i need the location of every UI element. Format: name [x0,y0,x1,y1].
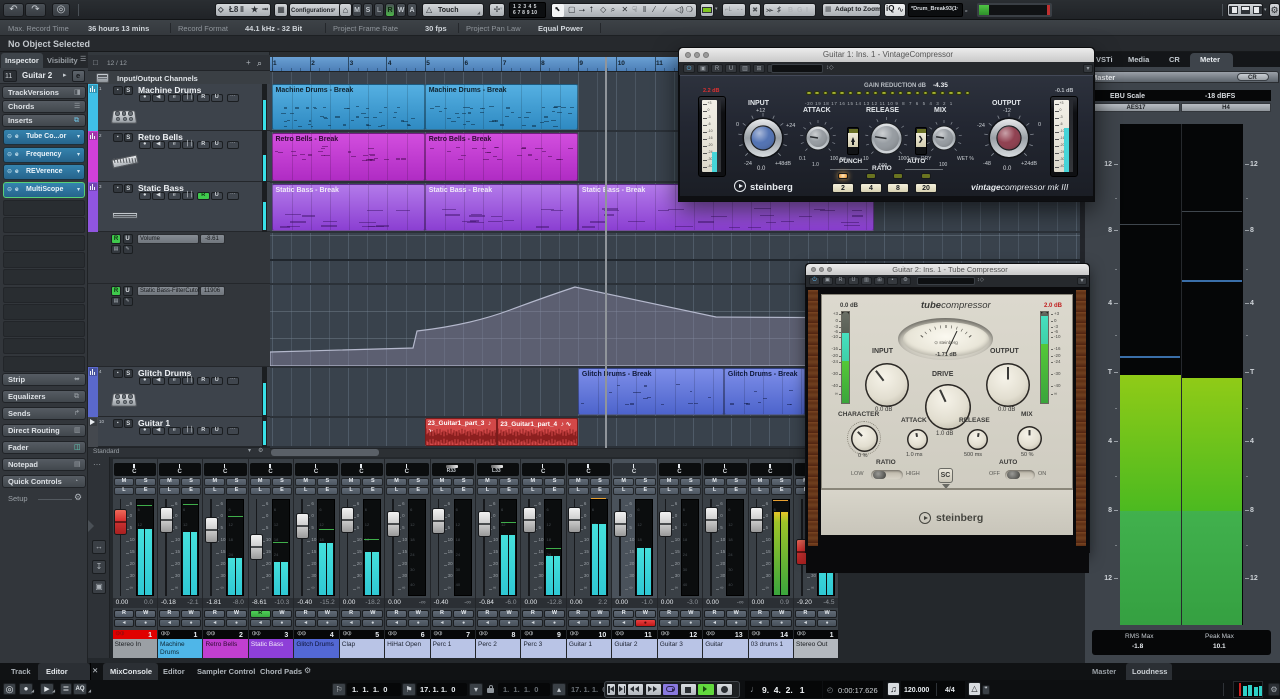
svg-text:⊙ steinberg: ⊙ steinberg [934,340,958,345]
